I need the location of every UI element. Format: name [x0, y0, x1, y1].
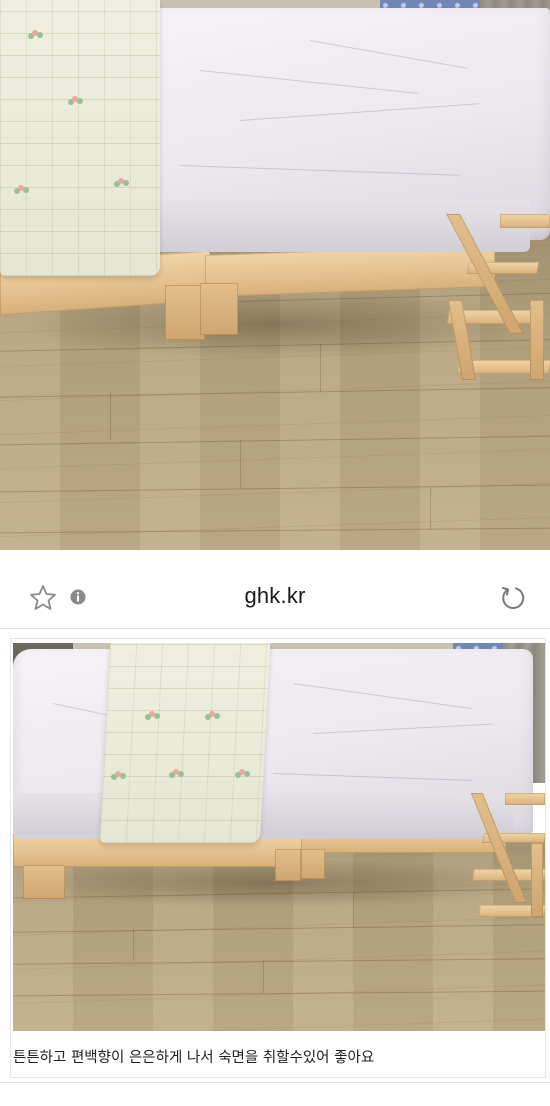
bottom-divider: [0, 1082, 550, 1083]
url-text[interactable]: ghk.kr: [175, 583, 375, 609]
info-icon[interactable]: [70, 589, 86, 605]
reload-icon[interactable]: [498, 583, 528, 613]
review-photo[interactable]: [13, 643, 545, 1031]
browser-address-bar: ghk.kr: [0, 566, 550, 628]
top-product-photo: [0, 0, 550, 550]
page: ghk.kr 튼튼하고 편백향이 은은하게 나서 숙면을 취할수있어 좋아요: [0, 0, 550, 1106]
address-bar-divider: [0, 628, 550, 629]
review-caption: 튼튼하고 편백향이 은은하게 나서 숙면을 취할수있어 좋아요: [13, 1050, 375, 1066]
star-icon[interactable]: [28, 583, 58, 613]
